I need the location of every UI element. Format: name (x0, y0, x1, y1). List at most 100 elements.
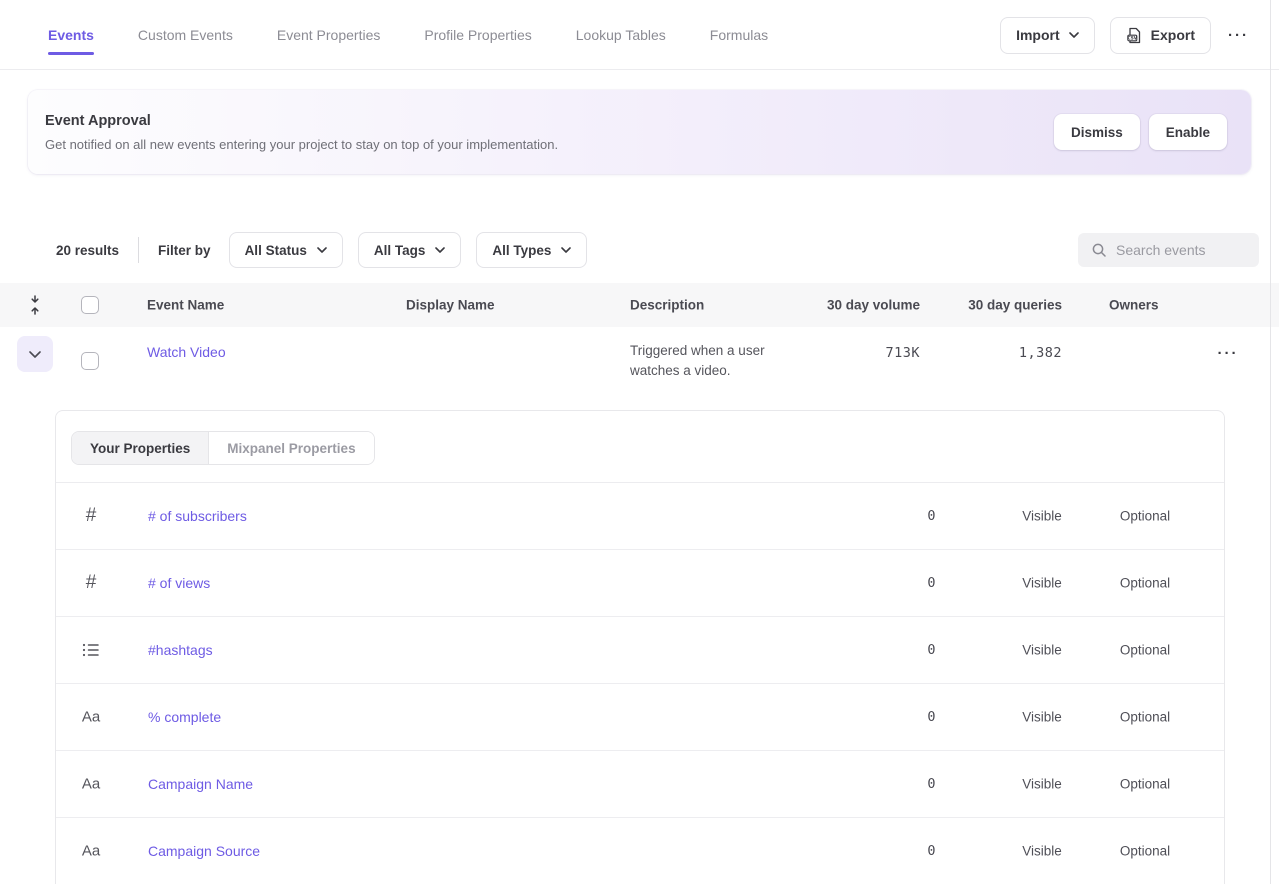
text-type-icon: Aa (82, 843, 100, 860)
collapse-all-icon[interactable] (28, 295, 42, 315)
property-row: # # of views 0 Visible Optional (56, 550, 1224, 617)
collapse-row-button[interactable] (17, 336, 53, 372)
tags-filter-dropdown[interactable]: All Tags (358, 232, 462, 268)
property-row: # # of subscribers 0 Visible Optional (56, 483, 1224, 550)
column-30-day-volume: 30 day volume (790, 298, 920, 313)
nav-tabs: Events Custom Events Event Properties Pr… (48, 0, 768, 70)
property-row: #hashtags 0 Visible Optional (56, 617, 1224, 684)
property-row: Aa % complete 0 Visible Optional (56, 684, 1224, 751)
text-type-icon: Aa (82, 709, 100, 726)
banner-subtitle: Get notified on all new events entering … (45, 137, 558, 152)
tab-formulas[interactable]: Formulas (710, 27, 768, 43)
property-requirement: Optional (1085, 844, 1205, 859)
tab-profile-properties[interactable]: Profile Properties (424, 27, 531, 43)
chevron-down-icon (561, 247, 571, 253)
select-all-checkbox[interactable] (81, 296, 99, 314)
svg-text:CSV: CSV (1127, 35, 1137, 40)
properties-tab-control: Your Properties Mixpanel Properties (71, 431, 375, 465)
event-name-link[interactable]: Watch Video (147, 344, 226, 360)
chevron-down-icon (435, 247, 445, 253)
event-description: Triggered when a user watches a video. (630, 341, 765, 381)
property-link[interactable]: % complete (148, 709, 221, 725)
row-checkbox[interactable] (81, 352, 99, 370)
column-event-name: Event Name (147, 298, 224, 313)
results-count: 20 results (56, 243, 119, 258)
tab-your-properties[interactable]: Your Properties (72, 432, 208, 464)
event-30-day-volume: 713K (790, 345, 920, 361)
filter-dropdowns: All Status All Tags All Types (229, 232, 588, 268)
export-label: Export (1151, 27, 1195, 43)
chevron-down-icon (317, 247, 327, 253)
property-requirement: Optional (1085, 710, 1205, 725)
property-visibility: Visible (982, 710, 1102, 725)
property-count: 0 (876, 642, 936, 658)
property-visibility: Visible (982, 777, 1102, 792)
tab-mixpanel-properties[interactable]: Mixpanel Properties (208, 432, 373, 464)
divider (138, 237, 139, 263)
property-count: 0 (876, 508, 936, 524)
property-link[interactable]: Campaign Source (148, 843, 260, 859)
property-count: 0 (876, 843, 936, 859)
column-owners: Owners (1109, 298, 1159, 313)
property-visibility: Visible (982, 509, 1102, 524)
property-row: Aa Campaign Name 0 Visible Optional (56, 751, 1224, 818)
property-link[interactable]: #hashtags (148, 642, 213, 658)
list-type-icon (83, 643, 100, 658)
property-link[interactable]: # of views (148, 575, 210, 591)
property-visibility: Visible (982, 643, 1102, 658)
column-30-day-queries: 30 day queries (932, 298, 1062, 313)
number-type-icon: # (86, 572, 97, 594)
dismiss-button[interactable]: Dismiss (1054, 114, 1140, 150)
property-requirement: Optional (1085, 777, 1205, 792)
property-link[interactable]: Campaign Name (148, 776, 253, 792)
event-properties-panel: Your Properties Mixpanel Properties # # … (55, 410, 1225, 884)
status-filter-dropdown[interactable]: All Status (229, 232, 343, 268)
event-description-line2: watches a video. (630, 361, 765, 381)
nav-actions: Import CSV Export ··· (1000, 0, 1251, 70)
event-row-watch-video: Watch Video Triggered when a user watche… (0, 327, 1279, 395)
chevron-down-icon (1069, 32, 1079, 38)
search-icon (1091, 242, 1107, 258)
filter-by-label: Filter by (158, 243, 211, 258)
top-navigation: Events Custom Events Event Properties Pr… (0, 0, 1279, 70)
properties-list: # # of subscribers 0 Visible Optional # … (56, 482, 1224, 884)
search-input[interactable] (1116, 242, 1246, 258)
enable-button[interactable]: Enable (1149, 114, 1227, 150)
chevron-down-icon (29, 351, 41, 358)
export-button[interactable]: CSV Export (1110, 17, 1211, 54)
property-requirement: Optional (1085, 509, 1205, 524)
tab-event-properties[interactable]: Event Properties (277, 27, 381, 43)
banner-title: Event Approval (45, 113, 151, 129)
row-menu-button[interactable]: ··· (1208, 341, 1248, 366)
events-table-header: Event Name Display Name Description 30 d… (0, 283, 1279, 327)
banner-actions: Dismiss Enable (1054, 114, 1227, 150)
property-visibility: Visible (982, 576, 1102, 591)
event-approval-banner: Event Approval Get notified on all new e… (28, 90, 1251, 174)
tab-events[interactable]: Events (48, 27, 94, 43)
import-label: Import (1016, 27, 1060, 43)
property-requirement: Optional (1085, 643, 1205, 658)
tab-custom-events[interactable]: Custom Events (138, 27, 233, 43)
types-filter-label: All Types (492, 243, 551, 258)
number-type-icon: # (86, 505, 97, 527)
import-button[interactable]: Import (1000, 17, 1095, 54)
more-options-button[interactable]: ··· (1226, 23, 1251, 48)
property-visibility: Visible (982, 844, 1102, 859)
lexicon-events-page: Events Custom Events Event Properties Pr… (0, 0, 1279, 884)
search-events-box (1078, 233, 1259, 267)
tags-filter-label: All Tags (374, 243, 426, 258)
property-count: 0 (876, 575, 936, 591)
property-link[interactable]: # of subscribers (148, 508, 247, 524)
property-requirement: Optional (1085, 576, 1205, 591)
property-count: 0 (876, 776, 936, 792)
csv-file-icon: CSV (1126, 27, 1142, 44)
filter-bar: 20 results Filter by All Status All Tags… (56, 232, 587, 268)
property-row: Aa Campaign Source 0 Visible Optional (56, 818, 1224, 884)
text-type-icon: Aa (82, 776, 100, 793)
column-display-name: Display Name (406, 298, 495, 313)
event-30-day-queries: 1,382 (932, 345, 1062, 361)
tab-lookup-tables[interactable]: Lookup Tables (576, 27, 666, 43)
status-filter-label: All Status (245, 243, 307, 258)
scrollbar-track-line[interactable] (1270, 0, 1271, 884)
types-filter-dropdown[interactable]: All Types (476, 232, 587, 268)
